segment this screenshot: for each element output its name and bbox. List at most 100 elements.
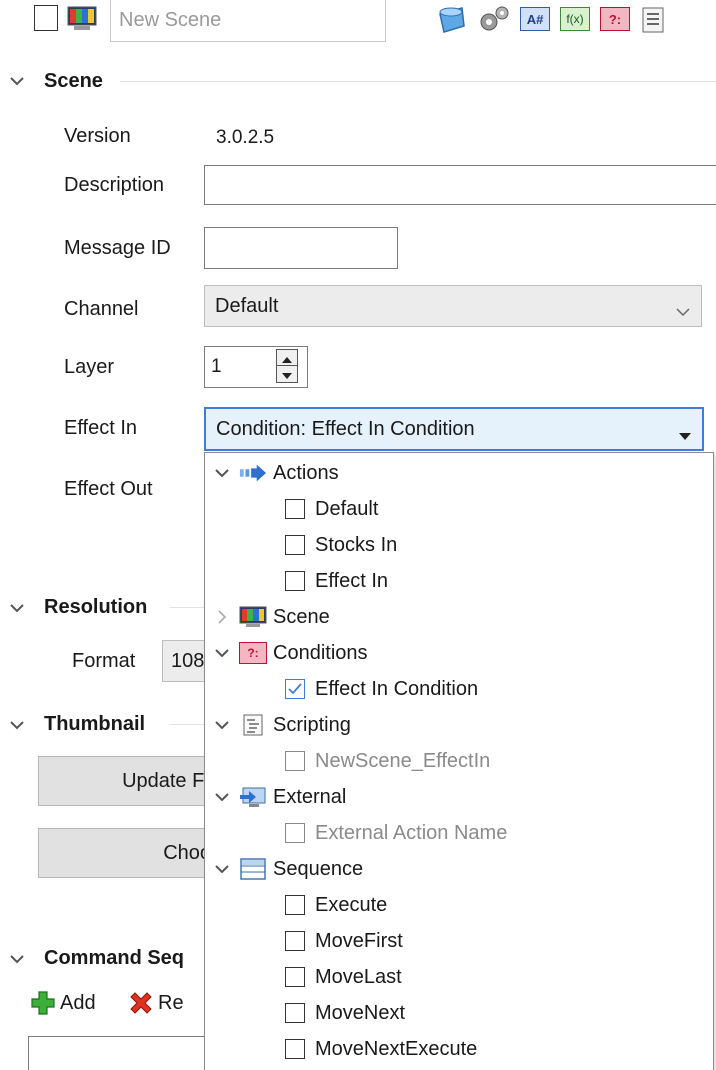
effect-in-dropdown-popup[interactable]: Actions Default Stocks In Effect In Scen… xyxy=(204,452,714,1070)
update-from-button[interactable]: Update Fr xyxy=(38,756,218,806)
arrow-right-icon xyxy=(239,462,267,484)
format-label: Format xyxy=(72,650,136,672)
option-default-label: Default xyxy=(315,497,379,520)
choose-button[interactable]: Choo xyxy=(38,828,218,878)
option-movenextexecute-checkbox[interactable] xyxy=(285,1039,305,1059)
external-label: External xyxy=(273,785,347,808)
format-select-value: 108 xyxy=(171,649,205,672)
layer-increment-icon[interactable] xyxy=(277,350,297,366)
fx-label: f(x) xyxy=(566,12,584,26)
layer-value: 1 xyxy=(211,356,222,377)
scripting-expand-chevron-icon[interactable] xyxy=(211,720,233,730)
option-movenext[interactable]: MoveNext xyxy=(285,995,405,1031)
conditions-expand-chevron-icon[interactable] xyxy=(211,648,233,658)
option-effect-in[interactable]: Effect In xyxy=(285,563,388,599)
red-x-icon xyxy=(128,990,154,1016)
option-effect-in-checkbox[interactable] xyxy=(285,571,305,591)
actions-expand-chevron-icon[interactable] xyxy=(211,468,233,478)
script-icon[interactable] xyxy=(641,7,665,39)
sequence-list-icon xyxy=(239,858,267,880)
option-movefirst[interactable]: MoveFirst xyxy=(285,923,403,959)
option-external-action-name-checkbox xyxy=(285,823,305,843)
option-effect-in-condition[interactable]: Effect In Condition xyxy=(285,671,478,707)
description-field[interactable] xyxy=(204,165,716,205)
option-effect-in-condition-checkbox[interactable] xyxy=(285,679,305,699)
effect-out-label: Effect Out xyxy=(64,478,153,500)
option-stocks-in-checkbox[interactable] xyxy=(285,535,305,555)
option-movelast-checkbox[interactable] xyxy=(285,967,305,987)
tree-node-external[interactable]: External xyxy=(211,779,346,815)
tree-node-actions[interactable]: Actions xyxy=(211,455,339,491)
effect-in-label: Effect In xyxy=(64,417,138,439)
a-sharp-icon[interactable]: A# xyxy=(520,7,550,31)
option-movenextexecute[interactable]: MoveNextExecute xyxy=(285,1031,477,1067)
gears-icon[interactable] xyxy=(477,4,511,40)
remove-command-label: Re xyxy=(158,991,184,1014)
command-sequence-section-header: Command Seq xyxy=(44,947,185,969)
scene-section-header: Scene xyxy=(44,70,103,92)
option-execute[interactable]: Execute xyxy=(285,887,387,923)
option-movenextexecute-label: MoveNextExecute xyxy=(315,1037,478,1060)
condition-badge-label: ?: xyxy=(247,646,259,660)
option-external-action-name-label: External Action Name xyxy=(315,821,508,844)
add-command-button[interactable]: Add xyxy=(30,990,96,1016)
channel-select[interactable]: Default xyxy=(204,285,702,327)
option-movenext-label: MoveNext xyxy=(315,1001,406,1024)
option-effect-in-condition-label: Effect In Condition xyxy=(315,677,479,700)
layer-spinner[interactable] xyxy=(276,349,298,383)
scene-name-input[interactable]: New Scene xyxy=(110,0,386,42)
tree-node-sequence[interactable]: Sequence xyxy=(211,851,363,887)
thumbnail-collapse-chevron-icon[interactable] xyxy=(10,720,24,732)
scene-enable-checkbox[interactable] xyxy=(34,5,58,31)
option-movelast-label: MoveLast xyxy=(315,965,402,988)
a-sharp-label: A# xyxy=(526,11,544,27)
option-newscene-effectin-label: NewScene_EffectIn xyxy=(315,749,491,772)
scripting-label: Scripting xyxy=(273,713,351,736)
option-execute-checkbox[interactable] xyxy=(285,895,305,915)
option-stocks-in[interactable]: Stocks In xyxy=(285,527,397,563)
option-stocks-in-label: Stocks In xyxy=(315,533,398,556)
tree-node-scripting[interactable]: Scripting xyxy=(211,707,351,743)
option-movenext-checkbox[interactable] xyxy=(285,1003,305,1023)
actions-label: Actions xyxy=(273,461,339,484)
version-value: 3.0.2.5 xyxy=(216,127,275,148)
scene-expand-chevron-icon[interactable] xyxy=(211,610,233,624)
option-external-action-name: External Action Name xyxy=(285,815,507,851)
command-sequence-list[interactable] xyxy=(28,1036,228,1070)
scene-name-placeholder: New Scene xyxy=(119,9,222,31)
scene-collapse-chevron-icon[interactable] xyxy=(10,76,24,88)
condition-icon[interactable]: ?: xyxy=(600,7,630,31)
message-id-field[interactable] xyxy=(204,227,398,269)
effect-in-select[interactable]: Condition: Effect In Condition xyxy=(204,407,704,451)
bucket-icon[interactable] xyxy=(436,4,468,40)
tree-node-conditions[interactable]: ?: Conditions xyxy=(211,635,368,671)
description-label: Description xyxy=(64,174,165,196)
tree-node-scene[interactable]: Scene xyxy=(211,599,330,635)
resolution-collapse-chevron-icon[interactable] xyxy=(10,603,24,615)
version-label: Version xyxy=(64,125,131,147)
dropdown-arrow-icon xyxy=(678,424,692,447)
plus-icon xyxy=(30,990,56,1016)
option-movelast[interactable]: MoveLast xyxy=(285,959,402,995)
monitor-scene-icon xyxy=(66,6,100,38)
sequence-expand-chevron-icon[interactable] xyxy=(211,864,233,874)
update-from-button-label: Update Fr xyxy=(122,769,211,792)
channel-select-value: Default xyxy=(215,294,279,317)
external-expand-chevron-icon[interactable] xyxy=(211,792,233,802)
sequence-label: Sequence xyxy=(273,857,364,880)
script-icon xyxy=(239,714,267,736)
option-effect-in-label: Effect In xyxy=(315,569,389,592)
condition-icon: ?: xyxy=(239,642,267,664)
condition-label: ?: xyxy=(608,11,622,27)
effect-in-select-value: Condition: Effect In Condition xyxy=(216,417,475,440)
layer-decrement-icon[interactable] xyxy=(277,366,297,382)
option-default-checkbox[interactable] xyxy=(285,499,305,519)
fx-icon[interactable]: f(x) xyxy=(560,7,590,31)
command-sequence-collapse-chevron-icon[interactable] xyxy=(10,954,24,966)
remove-command-button[interactable]: Re xyxy=(128,990,184,1016)
chevron-down-icon xyxy=(675,300,691,323)
option-default[interactable]: Default xyxy=(285,491,378,527)
message-id-label: Message ID xyxy=(64,237,171,259)
option-movefirst-checkbox[interactable] xyxy=(285,931,305,951)
option-newscene-effectin: NewScene_EffectIn xyxy=(285,743,490,779)
